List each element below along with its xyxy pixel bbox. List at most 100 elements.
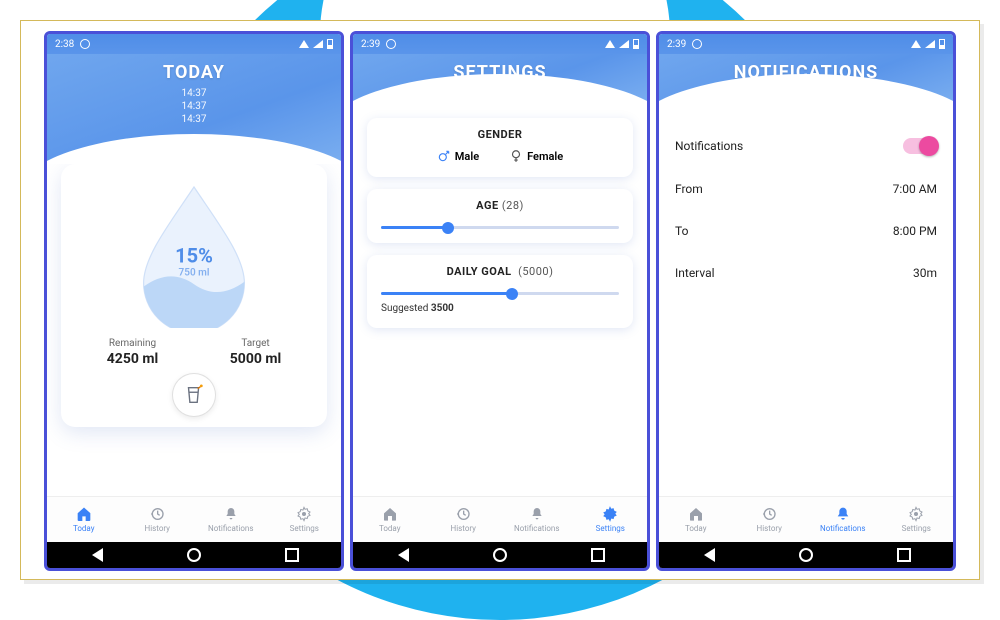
nav-back-icon[interactable] <box>701 548 715 562</box>
age-heading: AGE <box>476 199 498 212</box>
gender-card: GENDER Male Female <box>367 118 633 177</box>
remaining-label: Remaining <box>107 338 158 349</box>
recent-times: 14:37 14:37 14:37 <box>47 87 341 126</box>
gear-icon <box>602 506 618 522</box>
gear-icon <box>296 506 312 522</box>
battery-icon <box>327 39 333 49</box>
row-from[interactable]: From 7:00 AM <box>673 168 939 210</box>
from-label: From <box>675 182 703 196</box>
gender-female[interactable]: Female <box>509 149 563 163</box>
tab-notifications[interactable]: Notifications <box>806 497 880 542</box>
goal-heading: DAILY GOAL <box>447 265 512 278</box>
android-nav <box>353 542 647 568</box>
suggested-label: Suggested <box>381 303 428 314</box>
tab-today[interactable]: Today <box>659 497 733 542</box>
clock: 2:39 <box>361 39 380 50</box>
suggested-value: 3500 <box>431 303 454 314</box>
settings-status-icon <box>692 39 702 49</box>
tab-history[interactable]: History <box>733 497 807 542</box>
wifi-icon <box>299 40 309 48</box>
gear-icon <box>908 506 924 522</box>
tab-notifications[interactable]: Notifications <box>500 497 574 542</box>
history-icon <box>149 506 165 522</box>
nav-recent-icon[interactable] <box>897 548 911 562</box>
history-icon <box>455 506 471 522</box>
age-value: (28) <box>502 199 524 212</box>
tab-history[interactable]: History <box>121 497 195 542</box>
header-notifications: NOTIFICATIONS <box>659 54 953 104</box>
age-slider[interactable] <box>381 226 619 229</box>
target-label: Target <box>230 338 281 349</box>
interval-value: 30m <box>913 266 937 280</box>
battery-icon <box>939 39 945 49</box>
tab-settings[interactable]: Settings <box>880 497 954 542</box>
nav-back-icon[interactable] <box>89 548 103 562</box>
signal-icon <box>925 40 935 48</box>
status-bar: 2:38 <box>47 34 341 54</box>
goal-slider[interactable] <box>381 292 619 295</box>
cup-icon <box>183 384 205 406</box>
to-value: 8:00 PM <box>893 224 937 238</box>
gender-heading: GENDER <box>381 128 619 141</box>
history-icon <box>761 506 777 522</box>
tab-notifications[interactable]: Notifications <box>194 497 268 542</box>
clock: 2:38 <box>55 39 74 50</box>
page-title: NOTIFICATIONS <box>659 54 953 83</box>
tab-bar: Today History Notifications Settings <box>659 496 953 542</box>
tab-settings[interactable]: Settings <box>268 497 342 542</box>
home-icon <box>382 506 398 522</box>
water-drop: 15% 750 ml <box>134 178 254 328</box>
android-nav <box>47 542 341 568</box>
status-bar: 2:39 <box>659 34 953 54</box>
row-to[interactable]: To 8:00 PM <box>673 210 939 252</box>
status-bar: 2:39 <box>353 34 647 54</box>
row-interval[interactable]: Interval 30m <box>673 252 939 294</box>
gender-male[interactable]: Male <box>437 149 479 163</box>
nav-back-icon[interactable] <box>395 548 409 562</box>
goal-value: (5000) <box>518 265 553 278</box>
phone-notifications: 2:39 NOTIFICATIONS Notifications From 7:… <box>656 31 956 571</box>
tab-history[interactable]: History <box>427 497 501 542</box>
add-drink-button[interactable] <box>172 373 216 417</box>
nav-recent-icon[interactable] <box>285 548 299 562</box>
remaining-value: 4250 ml <box>107 351 158 367</box>
home-icon <box>688 506 704 522</box>
male-icon <box>437 149 451 163</box>
to-label: To <box>675 224 688 238</box>
signal-icon <box>313 40 323 48</box>
bell-icon <box>835 506 851 522</box>
tab-today[interactable]: Today <box>353 497 427 542</box>
battery-icon <box>633 39 639 49</box>
nav-home-icon[interactable] <box>493 548 507 562</box>
android-nav <box>659 542 953 568</box>
page-title: SETTINGS <box>353 54 647 83</box>
signal-icon <box>619 40 629 48</box>
phone-settings: 2:39 SETTINGS GENDER Male <box>350 31 650 571</box>
intake-volume: 750 ml <box>175 267 213 278</box>
bell-icon <box>223 506 239 522</box>
tab-today[interactable]: Today <box>47 497 121 542</box>
notifications-toggle[interactable] <box>903 138 937 154</box>
header-today: TODAY 14:37 14:37 14:37 <box>47 54 341 164</box>
nav-recent-icon[interactable] <box>591 548 605 562</box>
daily-goal-card: DAILY GOAL (5000) Suggested 3500 <box>367 255 633 328</box>
wifi-icon <box>911 40 921 48</box>
bell-icon <box>529 506 545 522</box>
settings-status-icon <box>80 39 90 49</box>
tab-settings[interactable]: Settings <box>574 497 648 542</box>
tab-bar: Today History Notifications Settings <box>47 496 341 542</box>
home-icon <box>76 506 92 522</box>
row-enable[interactable]: Notifications <box>673 124 939 168</box>
from-value: 7:00 AM <box>893 182 937 196</box>
nav-home-icon[interactable] <box>799 548 813 562</box>
target-value: 5000 ml <box>230 351 281 367</box>
clock: 2:39 <box>667 39 686 50</box>
showcase-frame: 2:38 TODAY 14:37 14:37 14:37 <box>20 20 980 580</box>
today-card: 15% 750 ml Remaining 4250 ml Target 5000… <box>61 164 327 427</box>
page-title: TODAY <box>47 54 341 83</box>
header-settings: SETTINGS <box>353 54 647 104</box>
settings-status-icon <box>386 39 396 49</box>
nav-home-icon[interactable] <box>187 548 201 562</box>
wifi-icon <box>605 40 615 48</box>
phone-today: 2:38 TODAY 14:37 14:37 14:37 <box>44 31 344 571</box>
